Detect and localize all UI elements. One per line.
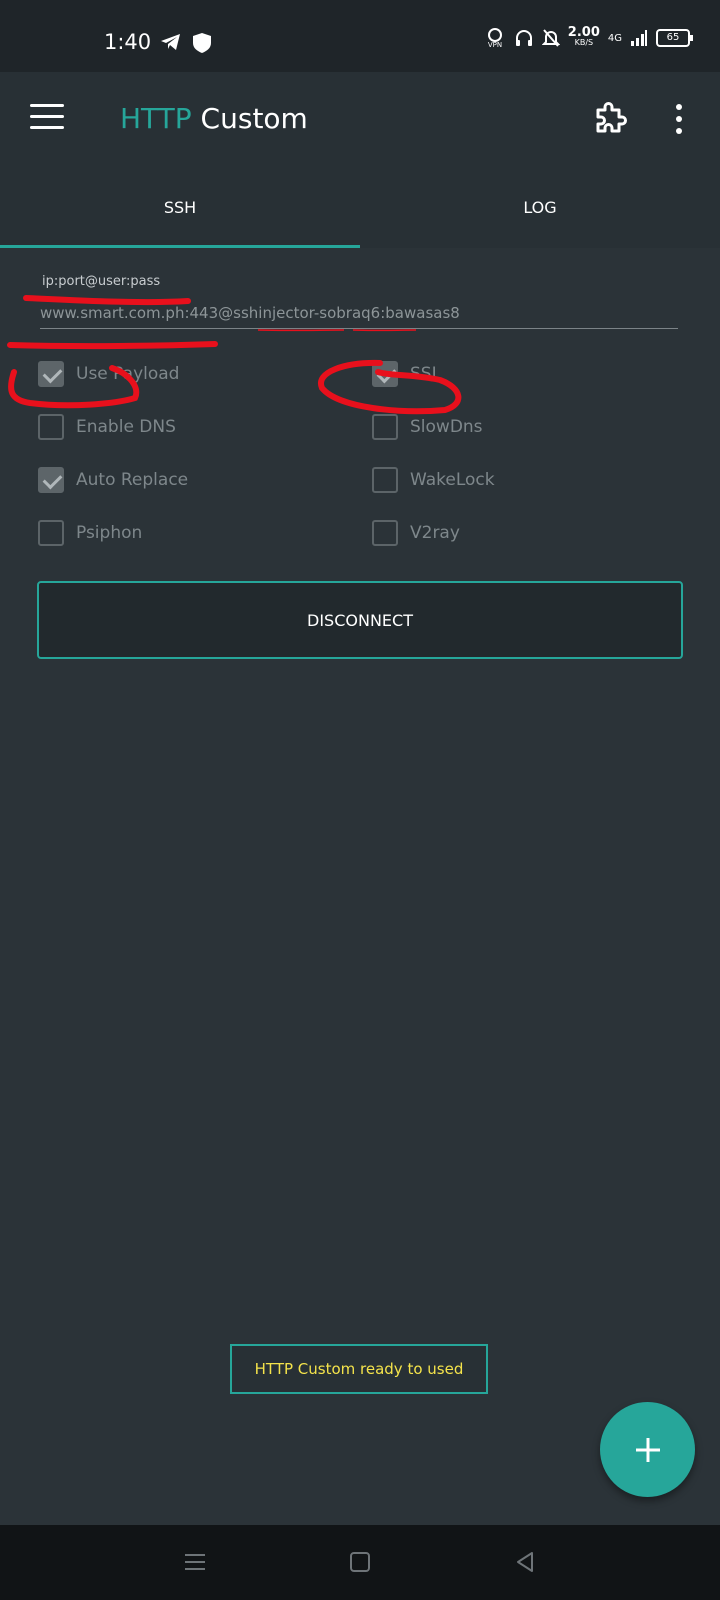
- ssh-account-input[interactable]: [40, 298, 678, 329]
- tab-bar: SSH LOG: [0, 166, 720, 248]
- telegram-icon: [161, 34, 180, 50]
- menu-icon[interactable]: [30, 104, 64, 130]
- plus-icon: [635, 1437, 660, 1462]
- auto-replace-checkbox[interactable]: Auto Replace: [38, 467, 188, 493]
- more-vert-icon[interactable]: [674, 104, 684, 134]
- system-nav-bar: [0, 1525, 720, 1600]
- vpn-icon: VPN: [488, 28, 502, 48]
- auto-replace-check: [38, 467, 64, 493]
- ssl-checkbox[interactable]: SSL: [372, 361, 441, 387]
- signal-icon: [631, 30, 647, 46]
- status-toast: HTTP Custom ready to used: [230, 1344, 488, 1394]
- back-icon[interactable]: [510, 1547, 540, 1577]
- enable-dns-checkbox[interactable]: Enable DNS: [38, 414, 176, 440]
- recents-icon[interactable]: [180, 1547, 210, 1577]
- network-type: 4G: [607, 32, 622, 44]
- app-bar: HTTP Custom: [0, 72, 720, 166]
- add-fab-button[interactable]: [600, 1402, 695, 1497]
- network-speed: 2.00 KB/S: [567, 25, 600, 47]
- ssh-panel: ip:port@user:pass Use Payload SSL Enable…: [0, 248, 720, 1525]
- v2ray-check: [372, 520, 398, 546]
- status-bar: 1:40 VPN 2.00 KB/S 4G 65: [0, 0, 720, 72]
- shield-icon: [193, 33, 211, 53]
- headphones-icon: [515, 30, 532, 46]
- app-title: HTTP Custom: [120, 102, 308, 135]
- ssl-check: [372, 361, 398, 387]
- bell-off-icon: [541, 29, 560, 47]
- disconnect-button[interactable]: DISCONNECT: [37, 581, 683, 659]
- use-payload-check: [38, 361, 64, 387]
- slowdns-check: [372, 414, 398, 440]
- slowdns-checkbox[interactable]: SlowDns: [372, 414, 483, 440]
- v2ray-checkbox[interactable]: V2ray: [372, 520, 460, 546]
- home-icon[interactable]: [345, 1547, 375, 1577]
- wakelock-check: [372, 467, 398, 493]
- enable-dns-check: [38, 414, 64, 440]
- battery-icon: 65: [656, 29, 693, 47]
- tab-log[interactable]: LOG: [360, 166, 720, 248]
- psiphon-checkbox[interactable]: Psiphon: [38, 520, 142, 546]
- tab-ssh[interactable]: SSH: [0, 166, 360, 248]
- ssh-field-label: ip:port@user:pass: [42, 274, 161, 289]
- svg-text:VPN: VPN: [488, 41, 502, 48]
- wakelock-checkbox[interactable]: WakeLock: [372, 467, 495, 493]
- status-time: 1:40: [104, 30, 152, 54]
- psiphon-check: [38, 520, 64, 546]
- puzzle-icon[interactable]: [592, 100, 628, 136]
- use-payload-checkbox[interactable]: Use Payload: [38, 361, 179, 387]
